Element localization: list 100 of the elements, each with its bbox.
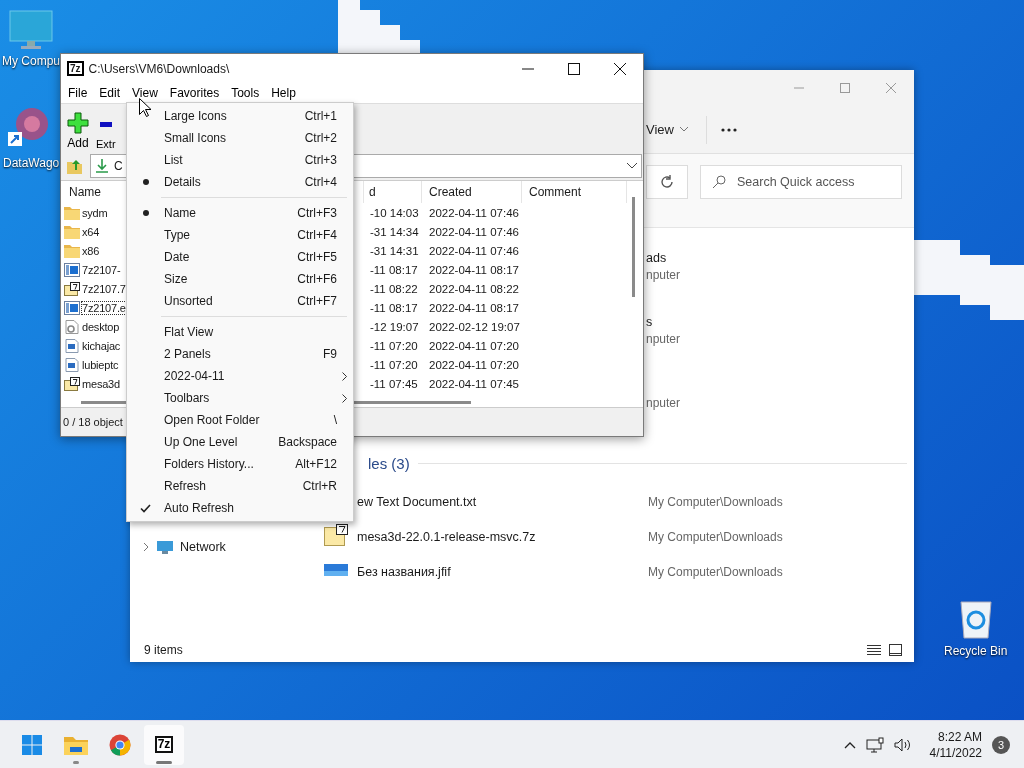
menu-item[interactable]: Toolbars — [127, 387, 353, 409]
table-cell-text: 2022-04-11 07:46 — [428, 225, 520, 238]
table-cell-text: 2022-04-11 07:46 — [428, 206, 520, 219]
preview-view-icon[interactable] — [889, 644, 902, 656]
menu-item[interactable]: Name Ctrl+F3 — [127, 202, 353, 224]
menu-item[interactable]: Flat View — [127, 321, 353, 343]
chevron-right-icon — [341, 393, 347, 403]
table-cell-text: 2022-04-11 08:17 — [428, 301, 520, 314]
toolbar-button[interactable]: Add — [65, 106, 91, 150]
menu-item[interactable]: 2022-04-11 — [127, 365, 353, 387]
desktop-icon-label[interactable]: DataWago — [3, 156, 60, 170]
table-cell-text: 2022-04-11 07:20 — [428, 358, 520, 371]
file-name[interactable]: x64 — [82, 225, 100, 238]
network-icon — [156, 539, 174, 555]
table-cell-text: -11 08:17 — [369, 263, 419, 276]
gear-file-icon — [64, 319, 80, 334]
notification-badge[interactable]: 3 — [992, 735, 1010, 754]
archive-icon — [64, 281, 80, 296]
app-logo: 7z — [67, 61, 84, 76]
chevron-right-icon[interactable] — [142, 543, 150, 551]
menu-item[interactable]: Auto Refresh — [127, 497, 353, 519]
menu-item[interactable]: Type Ctrl+F4 — [127, 224, 353, 246]
taskbar-app-button[interactable]: 7z — [144, 724, 184, 765]
folder-icon — [64, 205, 80, 220]
file-name[interactable]: kichajac — [82, 339, 121, 352]
menu-bar-item[interactable]: View — [126, 83, 164, 103]
file-location: My Computer\Downloads — [648, 564, 784, 579]
table-cell-text: -11 07:45 — [369, 377, 419, 390]
menu-bar-item[interactable]: Favorites — [163, 83, 226, 103]
desktop-icon-label[interactable]: My Compu — [2, 54, 60, 68]
menu-item[interactable]: Large Icons Ctrl+1 — [127, 105, 353, 127]
menu-item[interactable]: Folders History... Alt+F12 — [127, 453, 353, 475]
file-name[interactable]: sydm — [82, 206, 108, 219]
table-cell-text: -10 14:03 — [369, 206, 420, 219]
file-name[interactable]: mesa3d-22.0.1-release-msvc.7z — [357, 529, 639, 544]
folder-up-icon[interactable] — [66, 157, 84, 175]
table-cell-text: -31 14:31 — [369, 244, 420, 257]
window-icon — [64, 300, 80, 315]
table-cell-text: 2022-04-11 07:45 — [428, 377, 520, 390]
table-cell-text: -11 08:17 — [369, 301, 419, 314]
menu-item[interactable]: Open Root Folder \ — [127, 409, 353, 431]
status-text: 0 / 18 object — [63, 416, 123, 428]
chevron-up-icon[interactable] — [843, 740, 856, 749]
close-icon — [614, 62, 626, 75]
minus-icon — [99, 122, 112, 127]
folder-location: nputer — [646, 268, 681, 282]
speaker-icon[interactable] — [893, 736, 912, 753]
folder-name[interactable]: ads — [646, 251, 667, 265]
table-cell-text: 2022-02-12 19:07 — [428, 320, 521, 333]
column-header[interactable]: Comment — [522, 181, 627, 203]
table-cell-text: -11 07:20 — [369, 339, 419, 352]
image-file-icon — [64, 357, 80, 372]
maximize-icon — [840, 83, 850, 93]
file-name[interactable]: x86 — [82, 244, 100, 257]
menu-bar-item[interactable]: Help — [265, 83, 302, 103]
menu-item[interactable]: Date Ctrl+F5 — [127, 246, 353, 268]
section-heading[interactable]: les (3) — [368, 454, 410, 472]
file-name[interactable]: desktop — [82, 320, 120, 333]
file-name[interactable]: 7z2107.e — [82, 301, 126, 314]
menu-item[interactable]: Up One Level Backspace — [127, 431, 353, 453]
file-name[interactable]: mesa3d — [82, 377, 120, 390]
folder-icon — [64, 224, 80, 239]
file-location: My Computer\Downloads — [648, 494, 784, 509]
folder-name[interactable]: s — [646, 315, 653, 329]
monitor-icon — [9, 10, 53, 50]
file-name[interactable]: 7z2107- — [82, 263, 121, 276]
clock[interactable]: 8:22 AM 4/11/2022 — [929, 728, 982, 761]
file-name[interactable]: 7z2107.7 — [82, 282, 126, 295]
file-name[interactable]: Без названия.jfif — [357, 564, 639, 579]
refresh-button[interactable] — [646, 165, 688, 199]
window-title: C:\Users\VM6\Downloads\ — [88, 61, 231, 76]
menu-item[interactable]: Small Icons Ctrl+2 — [127, 127, 353, 149]
column-header[interactable]: Created — [422, 181, 522, 203]
more-icon[interactable] — [720, 127, 737, 132]
table-cell-text: -11 08:22 — [369, 282, 419, 295]
table-cell-text: 2022-04-11 07:20 — [428, 339, 520, 352]
search-field[interactable]: Search Quick access — [700, 165, 902, 199]
folder-location: nputer — [646, 332, 681, 346]
network-icon[interactable] — [865, 736, 884, 753]
table-cell-text: -11 07:20 — [369, 358, 419, 371]
menu-item[interactable]: Size Ctrl+F6 — [127, 268, 353, 290]
menu-item[interactable]: Unsorted Ctrl+F7 — [127, 290, 353, 312]
file-name[interactable]: ew Text Document.txt — [357, 494, 639, 509]
file-location: My Computer\Downloads — [648, 529, 784, 544]
details-view-icon[interactable] — [867, 644, 881, 656]
scrollbar-thumb[interactable] — [632, 197, 635, 297]
menu-item[interactable]: 2 Panels F9 — [127, 343, 353, 365]
toolbar-button[interactable]: Extr — [95, 106, 117, 150]
window-icon — [64, 262, 80, 277]
nav-item[interactable]: Network — [130, 536, 320, 558]
image-file-icon — [324, 564, 348, 576]
table-cell-text: -12 19:07 — [369, 320, 420, 333]
menu-bar-item[interactable]: Tools — [225, 83, 266, 103]
windows-logo-icon — [22, 734, 42, 755]
desktop-icon-label[interactable]: Recycle Bin — [944, 644, 1008, 658]
column-header[interactable]: d — [364, 181, 422, 203]
menu-bar-item[interactable]: Edit — [93, 83, 127, 103]
file-name[interactable]: lubieptc — [82, 358, 119, 371]
menu-item[interactable]: Refresh Ctrl+R — [127, 475, 353, 497]
menu-bar-item[interactable]: File — [62, 83, 94, 103]
